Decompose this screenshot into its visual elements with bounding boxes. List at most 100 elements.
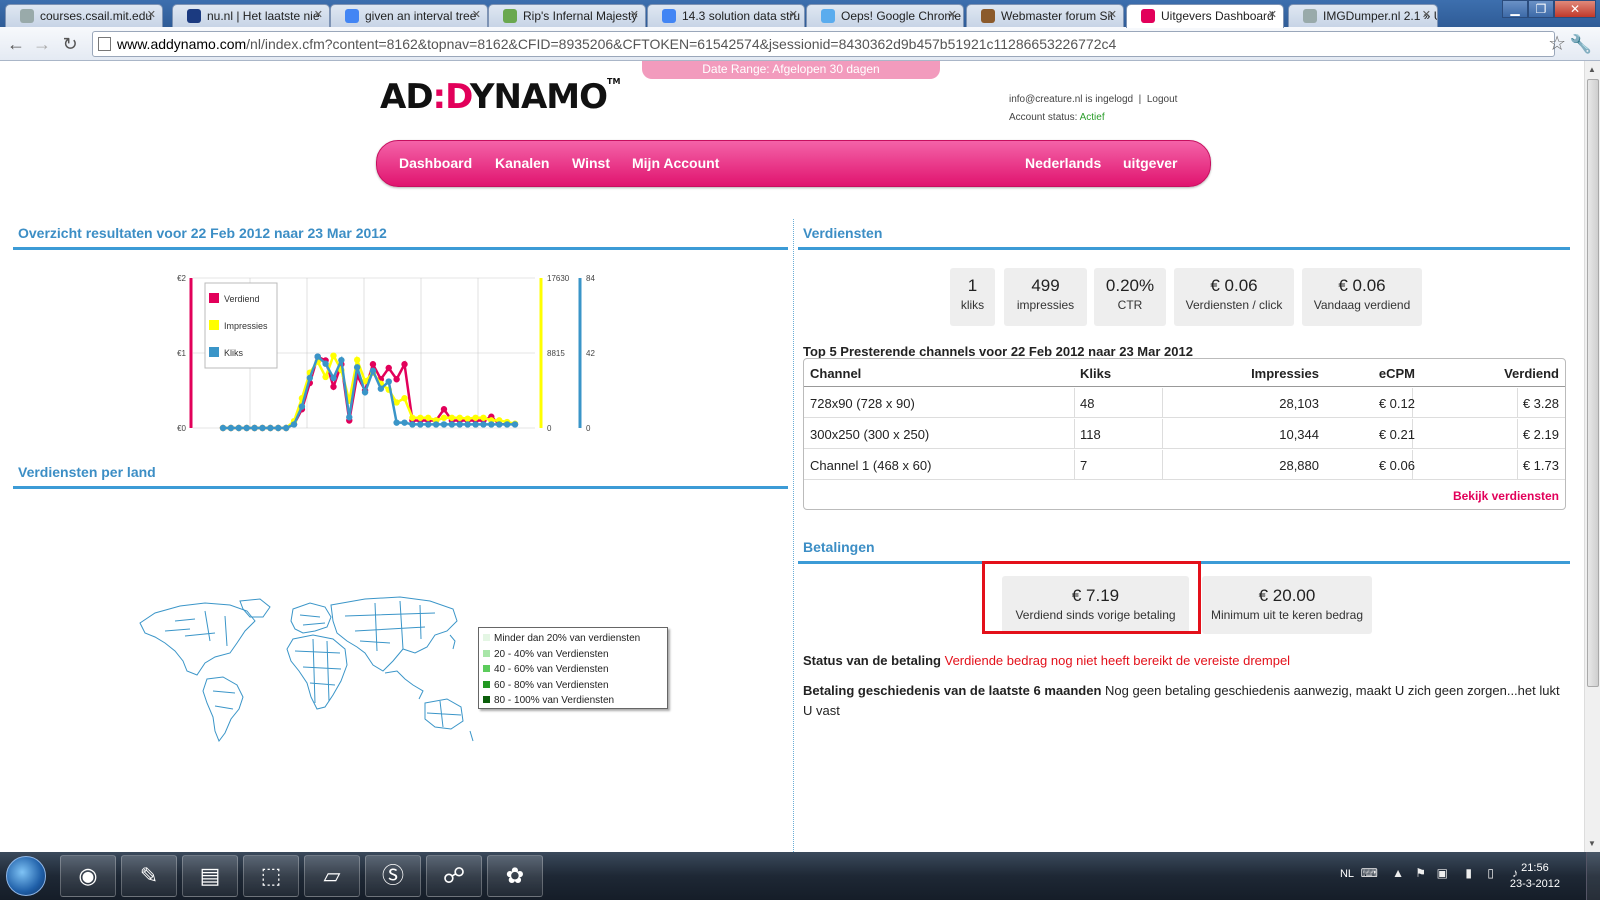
pdf-reader-taskbar-icon[interactable]: ⬚: [243, 855, 299, 897]
data-point-kliks: [353, 364, 361, 371]
data-point-kliks: [496, 421, 503, 428]
data-point-kliks: [480, 421, 487, 428]
table-cell: 48: [1080, 396, 1095, 411]
column-header[interactable]: Channel: [810, 366, 861, 381]
action-center-flag-icon[interactable]: ⚑: [1415, 866, 1426, 880]
system-clock[interactable]: 21:56 23-3-2012: [1510, 860, 1560, 892]
chrome-taskbar-icon[interactable]: ◉: [60, 855, 116, 897]
overview-title: Overzicht resultaten voor 22 Feb 2012 na…: [18, 225, 387, 241]
overview-underline: [13, 247, 788, 250]
stat-box: € 0.06 Verdiensten / click: [1174, 268, 1294, 326]
table-cell: € 0.21: [1378, 427, 1415, 442]
data-point-kliks: [314, 353, 321, 360]
address-bar[interactable]: www.addynamo.com/nl/index.cfm?content=81…: [92, 31, 1555, 57]
tray-expand-icon[interactable]: ▲: [1392, 866, 1404, 880]
data-point-kliks: [488, 421, 495, 428]
tab-favicon: [345, 9, 359, 23]
explorer-taskbar-icon[interactable]: ▤: [182, 855, 238, 897]
data-point-kliks: [306, 374, 314, 382]
browser-tab[interactable]: courses.csail.mit.edu ✕: [5, 4, 163, 27]
page-scrollbar[interactable]: ▲ ▼: [1584, 61, 1600, 852]
data-point-kliks: [456, 421, 463, 428]
window-controls: ▁ ❐ ✕: [1502, 0, 1596, 19]
minimum-value: € 20.00: [1258, 586, 1316, 605]
back-arrow-icon[interactable]: ←: [4, 32, 28, 56]
stat-value: 0.20%: [1105, 276, 1155, 295]
data-point-kliks: [472, 421, 479, 428]
browser-tab[interactable]: IMGDumper.nl 2.1 » U ✕: [1288, 4, 1438, 27]
data-point-impressies: [330, 352, 337, 359]
legend-label: 80 - 100% van Verdiensten: [494, 695, 615, 706]
tab-close-icon[interactable]: ✕: [630, 8, 639, 21]
forward-arrow-icon[interactable]: →: [30, 32, 54, 56]
legend-item: 60 - 80% van Verdiensten: [483, 678, 663, 694]
column-header[interactable]: Kliks: [1080, 366, 1111, 381]
browser-tab[interactable]: Uitgevers Dashboard ✕: [1126, 4, 1284, 28]
nav-role[interactable]: uitgever: [1123, 155, 1177, 171]
legend-label: 40 - 60% van Verdiensten: [494, 664, 609, 675]
browser-tab[interactable]: Webmaster forum Sit ✕: [966, 4, 1124, 27]
tab-close-icon[interactable]: ✕: [1108, 8, 1117, 21]
bookmark-star-icon[interactable]: ☆: [1548, 31, 1566, 56]
column-header[interactable]: eCPM: [1379, 366, 1415, 381]
minimize-button[interactable]: ▁: [1502, 0, 1528, 18]
bekijk-verdiensten-link[interactable]: Bekijk verdiensten: [1453, 489, 1559, 503]
tab-close-icon[interactable]: ✕: [948, 8, 957, 21]
logout-link[interactable]: Logout: [1147, 94, 1178, 105]
signal-icon[interactable]: ▮: [1465, 866, 1472, 880]
url-host: www.addynamo.com: [117, 36, 247, 52]
scroll-down-icon[interactable]: ▼: [1588, 839, 1596, 848]
start-button[interactable]: [6, 856, 46, 896]
keyboard-icon[interactable]: ⌨: [1361, 866, 1378, 880]
network-taskbar-icon[interactable]: ☍: [426, 855, 482, 897]
nav-dashboard[interactable]: Dashboard: [399, 155, 472, 171]
show-desktop-button[interactable]: [1586, 852, 1600, 900]
close-window-button[interactable]: ✕: [1554, 0, 1596, 18]
browser-tab[interactable]: nu.nl | Het laatste nie ✕: [172, 4, 330, 27]
nav-kanalen[interactable]: Kanalen: [495, 155, 549, 171]
data-point-kliks: [259, 424, 266, 432]
legend-swatch: [209, 347, 219, 357]
tab-close-icon[interactable]: ✕: [1268, 8, 1277, 21]
device-icon[interactable]: ▣: [1437, 866, 1448, 880]
scroll-up-icon[interactable]: ▲: [1588, 65, 1596, 74]
skype-taskbar-icon[interactable]: Ⓢ: [365, 855, 421, 897]
nav-winst[interactable]: Winst: [572, 155, 610, 171]
nav-language[interactable]: Nederlands: [1025, 155, 1101, 171]
browser-tab[interactable]: Oeps! Google Chrome ✕: [806, 4, 964, 27]
editor-taskbar-icon[interactable]: ✎: [121, 855, 177, 897]
scroll-thumb[interactable]: [1587, 79, 1599, 687]
paint-taskbar-icon[interactable]: ✿: [487, 855, 543, 897]
power-icon[interactable]: ▯: [1487, 866, 1494, 880]
notepad-taskbar-icon[interactable]: ▱: [304, 855, 360, 897]
browser-tab[interactable]: 14.3 solution data stru ✕: [647, 4, 805, 27]
cell-separator: [1517, 419, 1518, 449]
maximize-button[interactable]: ❐: [1528, 0, 1554, 18]
tab-close-icon[interactable]: ✕: [472, 8, 481, 21]
tab-close-icon[interactable]: ✕: [314, 8, 323, 21]
table-cell: 28,103: [1279, 396, 1319, 411]
data-point-impressies: [480, 414, 487, 421]
column-header[interactable]: Impressies: [1251, 366, 1319, 381]
minimum-payout: € 20.00 Minimum uit te keren bedrag: [1202, 576, 1372, 634]
cell-separator: [1074, 419, 1075, 449]
data-point-kliks: [385, 378, 392, 385]
cell-separator: [1074, 388, 1075, 418]
page-icon: [98, 37, 111, 51]
browser-tab[interactable]: given an interval tree ✕: [330, 4, 488, 27]
nav-mijn-account[interactable]: Mijn Account: [632, 155, 719, 171]
logo-text-ynamo: YNAMO: [469, 77, 608, 117]
stat-box: 499 impressies: [1004, 268, 1087, 326]
addynamo-logo[interactable]: AD:DYNAMOTM: [380, 77, 620, 117]
browser-tab[interactable]: Rip's Infernal Majesty ✕: [488, 4, 646, 27]
payment-status-value: Verdiende bedrag nog niet heeft bereikt …: [944, 653, 1291, 668]
tab-close-icon[interactable]: ✕: [789, 8, 798, 21]
tab-title: Uitgevers Dashboard: [1161, 9, 1274, 23]
tab-close-icon[interactable]: ✕: [1422, 8, 1431, 21]
wrench-menu-icon[interactable]: 🔧: [1570, 34, 1592, 55]
column-header[interactable]: Verdiend: [1504, 366, 1559, 381]
date-range-badge[interactable]: Date Range: Afgelopen 30 dagen: [642, 61, 940, 79]
reload-icon[interactable]: ↻: [58, 32, 82, 56]
tab-close-icon[interactable]: ✕: [147, 8, 156, 21]
language-indicator[interactable]: NL: [1340, 868, 1354, 880]
